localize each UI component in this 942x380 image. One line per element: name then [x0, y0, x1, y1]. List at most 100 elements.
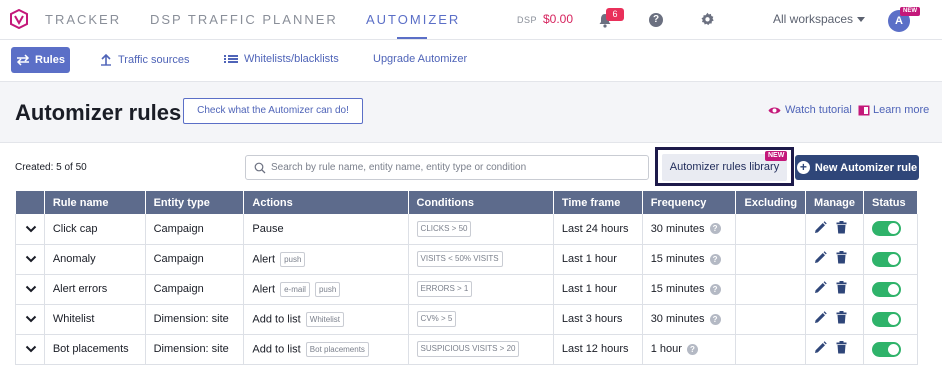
- expand-cell[interactable]: [15, 214, 45, 245]
- condition-tag: SUSPICIOUS VISITS > 20: [416, 341, 520, 357]
- chevron-down-icon[interactable]: [24, 222, 38, 236]
- tab-rules-label: Rules: [35, 54, 65, 66]
- help-icon[interactable]: ?: [709, 253, 721, 265]
- dsp-balance[interactable]: $0.00: [543, 12, 573, 26]
- frequency-value: 15 minutes: [650, 253, 705, 265]
- frequency-cell: 15 minutes ?: [642, 244, 737, 275]
- trash-icon[interactable]: [836, 281, 847, 294]
- entity-type-cell: Dimension: site: [145, 334, 245, 365]
- expand-cell[interactable]: [15, 274, 45, 305]
- actions-cell: Add to list Whitelist: [243, 304, 409, 335]
- header-manage: Manage: [805, 191, 865, 214]
- header-frequency[interactable]: Frequency: [642, 191, 737, 214]
- header-actions[interactable]: Actions: [243, 191, 409, 214]
- tab-traffic-sources[interactable]: Traffic sources: [100, 53, 190, 66]
- header-status[interactable]: Status: [863, 191, 918, 214]
- entity-type-cell: Dimension: site: [145, 304, 245, 335]
- search-input[interactable]: [271, 159, 641, 176]
- edit-icon[interactable]: [814, 221, 827, 234]
- status-toggle[interactable]: [872, 341, 902, 357]
- edit-icon[interactable]: [814, 281, 827, 294]
- learn-more-label: Learn more: [873, 104, 930, 116]
- chevron-down-icon[interactable]: [24, 282, 38, 296]
- tab-upgrade-label: Upgrade Automizer: [373, 53, 468, 65]
- trash-icon[interactable]: [836, 341, 847, 354]
- tab-upgrade-automizer[interactable]: Upgrade Automizer: [373, 53, 467, 65]
- table-row[interactable]: Click cap Campaign Pause CLICKS > 50 Last 24…: [15, 214, 918, 245]
- status-toggle[interactable]: [872, 221, 902, 237]
- table-header-row: Rule name Entity type Actions Conditions…: [15, 191, 918, 214]
- status-toggle[interactable]: [872, 281, 902, 297]
- expand-cell[interactable]: [15, 334, 45, 365]
- action-tag: push: [314, 281, 341, 297]
- chevron-down-icon[interactable]: [24, 342, 38, 356]
- actions-cell: Alert push: [243, 244, 409, 275]
- dsp-label: DSP: [517, 15, 538, 25]
- upload-arrow-icon: [101, 53, 111, 66]
- help-icon[interactable]: ?: [649, 13, 663, 27]
- table-row[interactable]: Anomaly Campaign Alert push VISITS < 50% VI…: [15, 244, 918, 275]
- gear-icon[interactable]: [700, 12, 715, 27]
- edit-icon[interactable]: [814, 251, 827, 264]
- table-row[interactable]: Bot placements Dimension: site Add to list…: [15, 334, 918, 365]
- chevron-down-icon[interactable]: [24, 252, 38, 266]
- time-frame-cell: Last 24 hours: [553, 214, 643, 245]
- table-row[interactable]: Whitelist Dimension: site Add to list Whit…: [15, 304, 918, 335]
- nav-automizer[interactable]: AUTOMIZER: [366, 12, 460, 27]
- trash-icon[interactable]: [836, 311, 847, 324]
- expand-cell[interactable]: [15, 244, 45, 275]
- help-icon[interactable]: ?: [709, 283, 721, 295]
- trash-icon[interactable]: [836, 220, 847, 234]
- tab-whitelists[interactable]: Whitelists/blacklists: [224, 53, 339, 65]
- page-title: Automizer rules: [15, 100, 182, 125]
- header-entity-type[interactable]: Entity type: [145, 191, 245, 214]
- help-icon[interactable]: ?: [709, 223, 721, 235]
- header-time-frame[interactable]: Time frame: [553, 191, 643, 214]
- conditions-cell: CV% > 5: [408, 304, 554, 335]
- header-excluding[interactable]: Excluding: [735, 191, 807, 214]
- frequency-cell: 30 minutes ?: [642, 304, 737, 335]
- action-tag: Whitelist: [305, 311, 345, 327]
- expand-cell[interactable]: [15, 304, 45, 335]
- check-automizer-button[interactable]: Check what the Automizer can do!: [183, 98, 363, 124]
- rules-table: Rule name Entity type Actions Conditions…: [15, 191, 918, 365]
- app-logo-icon[interactable]: [10, 9, 28, 29]
- nav-dsp-traffic-planner[interactable]: DSP TRAFFIC PLANNER: [150, 12, 338, 27]
- status-toggle[interactable]: [872, 311, 902, 327]
- rule-name-cell: Alert errors: [44, 274, 146, 305]
- edit-icon[interactable]: [814, 341, 827, 354]
- watch-tutorial-link[interactable]: Watch tutorial: [768, 104, 852, 116]
- manage-cell: [805, 214, 865, 245]
- condition-tag: CLICKS > 50: [416, 220, 472, 237]
- notification-count-badge: 6: [606, 8, 624, 21]
- action-label: Add to list: [252, 342, 301, 355]
- chevron-down-icon[interactable]: [857, 17, 865, 22]
- time-frame-cell: Last 1 hour: [553, 244, 643, 275]
- frequency-value: 30 minutes: [650, 313, 705, 325]
- status-toggle[interactable]: [872, 251, 902, 267]
- learn-more-link[interactable]: Learn more: [858, 104, 929, 116]
- frequency-value: 30 minutes: [650, 222, 705, 235]
- nav-tracker[interactable]: TRACKER: [45, 12, 121, 27]
- header-rule-name[interactable]: Rule name: [44, 191, 146, 214]
- trash-icon[interactable]: [836, 251, 847, 264]
- tab-rules[interactable]: Rules: [11, 47, 70, 73]
- table-row[interactable]: Alert errors Campaign Alert e-mail push ERR…: [15, 274, 918, 305]
- condition-tag: CV% > 5: [416, 311, 457, 327]
- header-conditions[interactable]: Conditions: [408, 191, 554, 214]
- workspace-selector[interactable]: All workspaces: [773, 12, 853, 26]
- rule-name-cell: Whitelist: [44, 304, 146, 335]
- excluding-cell: [735, 274, 807, 305]
- search-box[interactable]: [245, 155, 649, 180]
- new-rule-label: New Automizer rule: [814, 161, 918, 174]
- conditions-cell: ERRORS > 1: [408, 274, 554, 305]
- rule-name-cell: Bot placements: [44, 334, 146, 365]
- action-label: Alert: [252, 252, 276, 265]
- time-frame-cell: Last 1 hour: [553, 274, 643, 305]
- help-icon[interactable]: ?: [709, 313, 721, 325]
- help-icon[interactable]: ?: [686, 343, 698, 355]
- chevron-down-icon[interactable]: [24, 312, 38, 326]
- new-rule-button[interactable]: + New Automizer rule: [795, 155, 919, 180]
- edit-icon[interactable]: [814, 311, 827, 324]
- status-cell: [863, 274, 918, 305]
